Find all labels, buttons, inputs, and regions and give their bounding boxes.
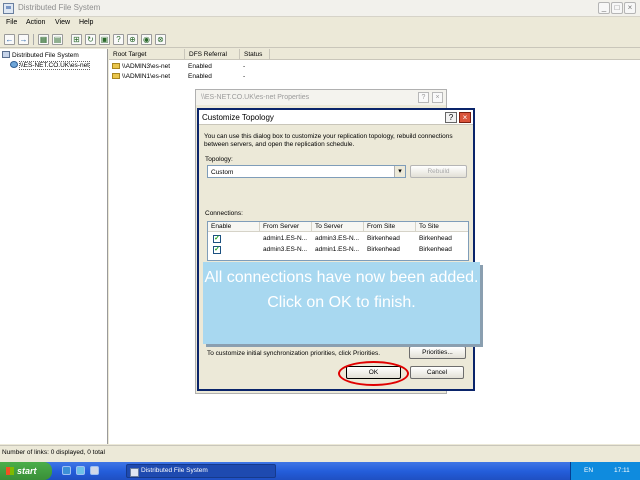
column-dfs-referral[interactable]: DFS Referral xyxy=(185,49,240,60)
topology-select-value: Custom xyxy=(211,169,234,176)
ok-highlight-ring xyxy=(338,361,409,386)
from-server: admin1.ES-N... xyxy=(263,235,308,242)
forward-icon[interactable]: → xyxy=(18,34,29,45)
check-status-icon[interactable]: ◉ xyxy=(141,34,152,45)
tree-item-label: \\ES-NET.CO.UK\es-net xyxy=(19,61,90,70)
globe-icon xyxy=(10,61,18,68)
system-tray: EN 17:11 xyxy=(570,462,640,480)
menu-help[interactable]: Help xyxy=(79,19,93,26)
row-target: \\ADMIN3\es-net xyxy=(112,62,170,72)
to-server: admin3.ES-N... xyxy=(315,235,360,242)
share-folder-icon xyxy=(112,63,120,69)
start-button[interactable]: start xyxy=(0,462,52,480)
row-status: - xyxy=(243,73,246,80)
connection-row[interactable]: ✓ admin3.ES-N... admin1.ES-N... Birkenhe… xyxy=(208,245,468,255)
language-indicator[interactable]: EN xyxy=(584,467,593,474)
list-header: Root Target DFS Referral Status xyxy=(109,49,640,60)
properties-icon[interactable]: ▤ xyxy=(52,34,63,45)
dialog-close-button[interactable]: × xyxy=(459,112,471,123)
status-bar: Number of links: 0 displayed, 0 total xyxy=(0,445,640,459)
column-from-site[interactable]: From Site xyxy=(364,222,416,232)
refresh-icon[interactable]: ↻ xyxy=(85,34,96,45)
properties-help-button[interactable]: ? xyxy=(418,92,429,103)
export-list-icon[interactable]: ▣ xyxy=(99,34,110,45)
column-root-target[interactable]: Root Target xyxy=(109,49,185,60)
menu-action[interactable]: Action xyxy=(26,19,45,26)
dfs-app-icon xyxy=(3,3,14,14)
topology-description: You can use this dialog box to customize… xyxy=(204,133,453,148)
customize-topology-dialog: Customize Topology ? × You can use this … xyxy=(197,108,475,391)
column-to-server[interactable]: To Server xyxy=(312,222,364,232)
list-row[interactable]: \\ADMIN1\es-net Enabled - xyxy=(109,72,640,82)
clock[interactable]: 17:11 xyxy=(614,467,630,474)
from-site: Birkenhead xyxy=(367,235,400,242)
share-folder-icon xyxy=(112,73,120,79)
topology-select[interactable]: Custom ▾ xyxy=(207,165,406,178)
priorities-button[interactable]: Priorities... xyxy=(409,346,466,359)
row-target: \\ADMIN1\es-net xyxy=(112,72,170,82)
start-label: start xyxy=(17,466,37,476)
toolbar-separator xyxy=(33,34,34,45)
tree-root[interactable]: Distributed File System xyxy=(2,51,79,59)
enable-checkbox[interactable]: ✓ xyxy=(213,246,221,254)
to-server: admin1.ES-N... xyxy=(315,246,360,253)
toolbar: ← → ▦ ▤ ⊞ ↻ ▣ ? ⊕ ◉ ⊗ xyxy=(0,31,640,48)
close-button[interactable]: × xyxy=(624,2,636,14)
tutorial-callout: All connections have now been added. Cli… xyxy=(203,262,480,344)
column-from-server[interactable]: From Server xyxy=(260,222,312,232)
taskbar-item-dfs[interactable]: Distributed File System xyxy=(126,464,276,478)
replicate-icon[interactable]: ⊗ xyxy=(155,34,166,45)
status-text: Number of links: 0 displayed, 0 total xyxy=(2,449,105,456)
tree-item-es-net[interactable]: \\ES-NET.CO.UK\es-net xyxy=(10,61,90,70)
column-status[interactable]: Status xyxy=(240,49,270,60)
row-status: - xyxy=(243,63,246,70)
maximize-button[interactable]: □ xyxy=(611,2,623,14)
cancel-button[interactable]: Cancel xyxy=(410,366,464,379)
new-link-icon[interactable]: ⊕ xyxy=(127,34,138,45)
internet-explorer-icon[interactable] xyxy=(76,466,85,475)
from-site: Birkenhead xyxy=(367,246,400,253)
window-title: Distributed File System xyxy=(18,3,101,12)
to-site: Birkenhead xyxy=(419,246,452,253)
connection-row[interactable]: ✓ admin1.ES-N... admin3.ES-N... Birkenhe… xyxy=(208,234,468,244)
topology-title: Customize Topology xyxy=(202,113,274,122)
windows-logo-icon xyxy=(6,467,14,475)
menu-view[interactable]: View xyxy=(55,19,70,26)
menu-file[interactable]: File xyxy=(6,19,17,26)
media-player-icon[interactable] xyxy=(90,466,99,475)
connections-table: Enable From Server To Server From Site T… xyxy=(207,221,469,261)
help-button[interactable]: ? xyxy=(445,112,457,123)
title-bar: Distributed File System _ □ × xyxy=(0,0,640,17)
show-desktop-icon[interactable] xyxy=(62,466,71,475)
tree-pane: Distributed File System \\ES-NET.CO.UK\e… xyxy=(0,49,108,444)
chevron-down-icon[interactable]: ▾ xyxy=(394,166,405,177)
sync-priorities-text: To customize initial synchronization pri… xyxy=(207,350,381,357)
topology-title-bar: Customize Topology ? × xyxy=(199,110,473,125)
minimize-button[interactable]: _ xyxy=(598,2,610,14)
row-referral: Enabled xyxy=(188,73,212,80)
help-icon[interactable]: ? xyxy=(113,34,124,45)
properties-title: \\ES-NET.CO.UK\es-net Properties xyxy=(201,94,310,101)
from-server: admin3.ES-N... xyxy=(263,246,308,253)
dfs-tree-icon xyxy=(2,51,10,58)
list-row[interactable]: \\ADMIN3\es-net Enabled - xyxy=(109,62,640,72)
row-referral: Enabled xyxy=(188,63,212,70)
column-enable[interactable]: Enable xyxy=(208,222,260,232)
topology-label: Topology: xyxy=(205,156,233,163)
menu-bar: File Action View Help xyxy=(0,17,640,30)
back-icon[interactable]: ← xyxy=(4,34,15,45)
to-site: Birkenhead xyxy=(419,235,452,242)
connections-label: Connections: xyxy=(205,210,243,217)
console-tree-icon[interactable]: ▦ xyxy=(38,34,49,45)
properties-close-button[interactable]: × xyxy=(432,92,443,103)
column-to-site[interactable]: To Site xyxy=(416,222,468,232)
tree-root-label: Distributed File System xyxy=(12,52,79,59)
enable-checkbox[interactable]: ✓ xyxy=(213,235,221,243)
properties-title-bar: \\ES-NET.CO.UK\es-net Properties ? × xyxy=(196,90,446,105)
rebuild-button[interactable]: Rebuild xyxy=(410,165,467,178)
new-root-icon[interactable]: ⊞ xyxy=(71,34,82,45)
taskbar: start Distributed File System EN 17:11 xyxy=(0,462,640,480)
